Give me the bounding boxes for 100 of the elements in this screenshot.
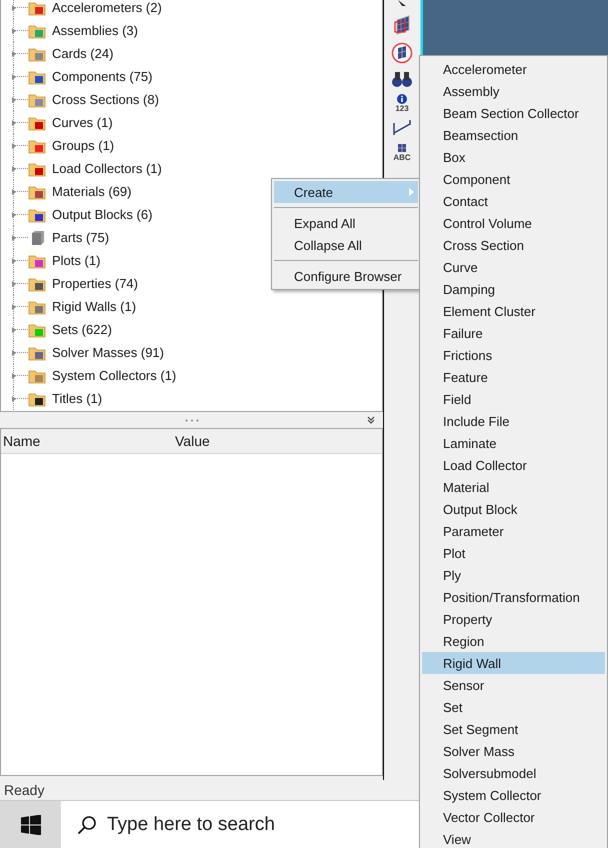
menu-item[interactable]: View: [422, 828, 605, 848]
tree-item[interactable]: Assemblies (3): [52, 23, 138, 38]
menu-item[interactable]: Expand All: [274, 212, 418, 234]
windows-logo-icon: [20, 814, 40, 834]
folder-icon: [28, 22, 46, 38]
folder-icon: [28, 298, 46, 314]
menu-item[interactable]: Region: [422, 630, 605, 652]
menu-item[interactable]: Output Block: [422, 498, 605, 520]
tree-item[interactable]: Groups (1): [52, 138, 114, 153]
menu-item[interactable]: Create: [274, 181, 418, 203]
folder-icon: [28, 160, 46, 176]
menu-item[interactable]: Set Segment: [422, 718, 605, 740]
menu-item[interactable]: Frictions: [422, 344, 605, 366]
menu-item[interactable]: Curve: [422, 256, 605, 278]
chevron-double-down-icon[interactable]: [367, 416, 375, 424]
tree-item[interactable]: Cards (24): [52, 46, 114, 61]
menu-item[interactable]: Element Cluster: [422, 300, 605, 322]
menu-item[interactable]: Damping: [422, 278, 605, 300]
menu-item[interactable]: Beamsection: [422, 124, 605, 146]
grip-icon[interactable]: [184, 418, 198, 422]
menu-item[interactable]: Cross Section: [422, 234, 605, 256]
expand-icon[interactable]: [12, 327, 16, 333]
menu-item[interactable]: Feature: [422, 366, 605, 388]
tree-item[interactable]: Accelerometers (2): [52, 0, 162, 15]
menu-item[interactable]: Solver Mass: [422, 740, 605, 762]
menu-item[interactable]: Sensor: [422, 674, 605, 696]
menu-item[interactable]: Vector Collector: [422, 806, 605, 828]
expand-icon[interactable]: [12, 166, 16, 172]
menu-item[interactable]: Field: [422, 388, 605, 410]
folder-icon: [28, 184, 46, 200]
tree-item[interactable]: Materials (69): [52, 184, 132, 199]
menu-item[interactable]: Load Collector: [422, 454, 605, 476]
menu-item[interactable]: Rigid Wall: [422, 652, 605, 674]
expand-icon[interactable]: [12, 74, 16, 80]
menu-item[interactable]: Position/Transformation: [422, 586, 605, 608]
menu-item[interactable]: Configure Browser: [274, 265, 418, 287]
menu-item[interactable]: Control Volume: [422, 212, 605, 234]
ruler-icon[interactable]: [391, 119, 413, 137]
tree-item[interactable]: Parts (75): [52, 230, 110, 245]
folder-icon: [28, 344, 46, 360]
tree-item[interactable]: Components (75): [52, 69, 152, 84]
tree-item[interactable]: Properties (74): [52, 276, 138, 291]
expand-icon[interactable]: [12, 5, 16, 11]
expand-icon[interactable]: [12, 235, 16, 241]
toolbar-label[interactable]: 123: [395, 104, 409, 113]
menu-item[interactable]: Accelerometer: [422, 58, 605, 80]
folder-icon: [28, 206, 46, 222]
expand-icon[interactable]: [12, 281, 16, 287]
folder-icon: [28, 276, 46, 292]
menu-item[interactable]: Contact: [422, 190, 605, 212]
expand-icon[interactable]: [12, 396, 16, 402]
menu-item[interactable]: Beam Section Collector: [422, 102, 605, 124]
binoculars-icon[interactable]: [391, 70, 413, 88]
search-icon: [77, 814, 97, 834]
menu-item[interactable]: Box: [422, 146, 605, 168]
expand-icon[interactable]: [12, 97, 16, 103]
start-button[interactable]: [0, 801, 61, 848]
tree-item[interactable]: Load Collectors (1): [52, 161, 162, 176]
menu-item[interactable]: Collapse All: [274, 234, 418, 256]
folder-icon: [28, 92, 46, 108]
tree-item[interactable]: Output Blocks (6): [52, 207, 152, 222]
grid-icon: [397, 143, 407, 153]
menu-item[interactable]: Material: [422, 476, 605, 498]
menu-item[interactable]: Assembly: [422, 80, 605, 102]
tree-item[interactable]: Plots (1): [52, 253, 100, 268]
mesh-icon[interactable]: [391, 42, 413, 64]
expand-icon[interactable]: [12, 51, 16, 57]
tree-item[interactable]: Curves (1): [52, 115, 113, 130]
tree-item[interactable]: Sets (622): [52, 322, 112, 337]
menu-item[interactable]: Ply: [422, 564, 605, 586]
expand-icon[interactable]: [12, 189, 16, 195]
folder-icon: [28, 138, 46, 154]
expand-icon[interactable]: [12, 143, 16, 149]
tree-item[interactable]: Cross Sections (8): [52, 92, 159, 107]
expand-icon[interactable]: [12, 120, 16, 126]
expand-icon[interactable]: [12, 258, 16, 264]
expand-icon[interactable]: [12, 350, 16, 356]
folder-icon: [28, 114, 46, 130]
column-header[interactable]: Name: [1, 433, 173, 449]
menu-item[interactable]: Plot: [422, 542, 605, 564]
menu-item[interactable]: Component: [422, 168, 605, 190]
folder-icon: [28, 322, 46, 338]
tree-item[interactable]: System Collectors (1): [52, 368, 176, 383]
menu-item[interactable]: Parameter: [422, 520, 605, 542]
menu-item[interactable]: Failure: [422, 322, 605, 344]
column-header[interactable]: Value: [173, 433, 375, 449]
expand-icon[interactable]: [12, 28, 16, 34]
toolbar-label[interactable]: ABC: [393, 153, 411, 162]
menu-item[interactable]: Set: [422, 696, 605, 718]
menu-item[interactable]: Include File: [422, 410, 605, 432]
folder-icon: [28, 68, 46, 84]
menu-item[interactable]: Laminate: [422, 432, 605, 454]
expand-icon[interactable]: [12, 373, 16, 379]
menu-item[interactable]: Property: [422, 608, 605, 630]
folder-icon: [28, 252, 46, 268]
tree-item[interactable]: Titles (1): [52, 391, 102, 406]
expand-icon[interactable]: [12, 212, 16, 218]
tree-item[interactable]: Solver Masses (91): [52, 345, 164, 360]
expand-icon[interactable]: [12, 304, 16, 310]
tree-item[interactable]: Rigid Walls (1): [52, 299, 136, 314]
